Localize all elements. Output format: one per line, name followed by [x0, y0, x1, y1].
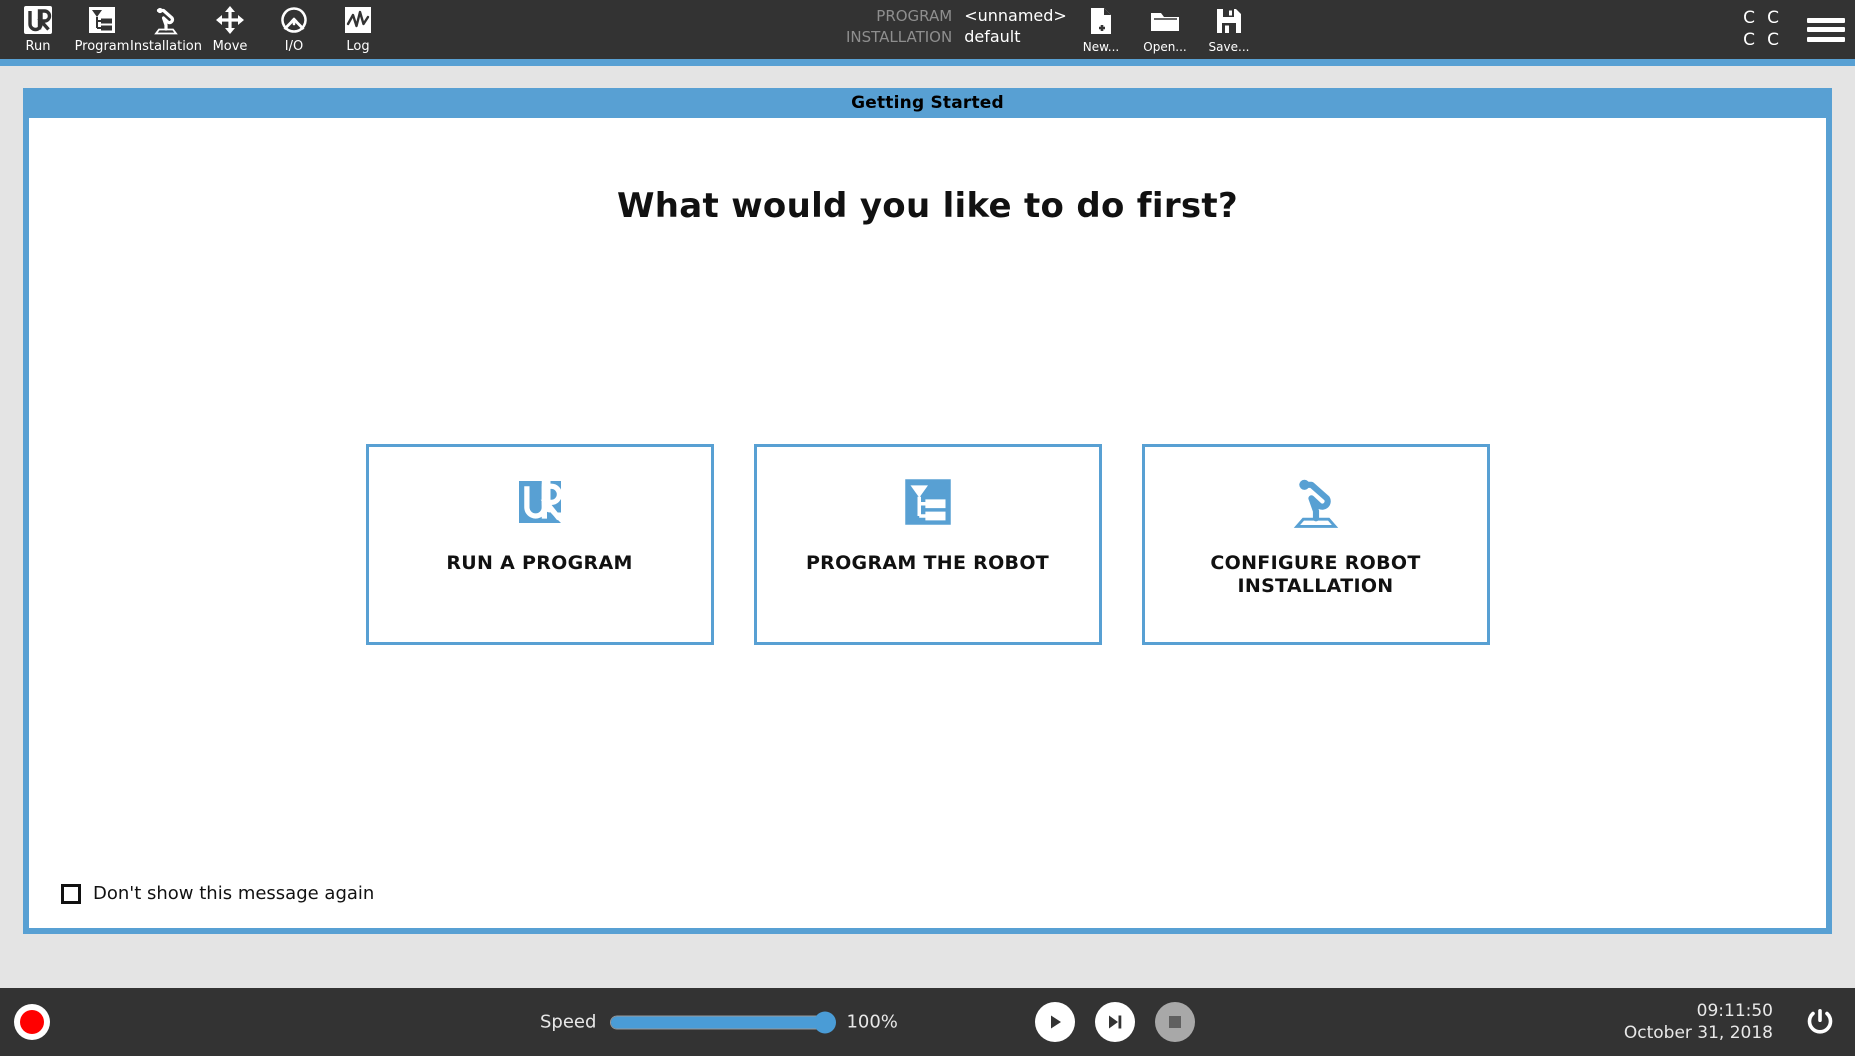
main-toolbar: Run Program Installation Move I/O Log	[0, 0, 390, 59]
power-icon	[1807, 1009, 1833, 1034]
card-label-program-the-robot: PROGRAM THE ROBOT	[805, 552, 1050, 574]
program-tree-icon	[900, 469, 956, 535]
status-glyph-3: C	[1743, 30, 1755, 50]
hamburger-menu-icon[interactable]	[1807, 15, 1845, 45]
toolbar-item-run[interactable]: Run	[6, 0, 70, 59]
save-file-button[interactable]: Save...	[1197, 2, 1261, 59]
robot-state-dot	[20, 1010, 44, 1034]
step-button[interactable]	[1095, 1002, 1135, 1042]
clock: 09:11:50 October 31, 2018	[1624, 1000, 1773, 1044]
speed-slider[interactable]	[610, 1011, 837, 1033]
new-file-icon	[1086, 6, 1116, 36]
clock-date: October 31, 2018	[1623, 1023, 1773, 1043]
toolbar-item-installation[interactable]: Installation	[130, 0, 202, 59]
status-glyph-4: C	[1767, 30, 1779, 50]
transport-controls	[1035, 1002, 1195, 1042]
program-tree-icon	[85, 3, 119, 37]
card-label-run-a-program: RUN A PROGRAM	[446, 552, 633, 574]
play-button[interactable]	[1035, 1002, 1075, 1042]
installation-key: INSTALLATION	[846, 28, 953, 46]
new-file-label: New...	[1082, 40, 1120, 54]
dialog-title: Getting Started	[851, 93, 1004, 113]
program-value: <unnamed>	[964, 6, 1067, 25]
toolbar-label-io: I/O	[284, 39, 304, 54]
toolbar-item-io[interactable]: I/O	[262, 0, 326, 59]
open-file-label: Open...	[1143, 40, 1187, 54]
program-info: PROGRAM <unnamed> INSTALLATION default	[846, 6, 1067, 46]
card-configure-robot-installation[interactable]: CONFIGURE ROBOT INSTALLATION	[1141, 444, 1490, 645]
body-area: Getting Started What would you like to d…	[0, 66, 1855, 988]
stop-icon	[1169, 1016, 1181, 1028]
save-file-label: Save...	[1208, 40, 1250, 54]
getting-started-dialog: Getting Started What would you like to d…	[23, 88, 1832, 934]
io-gauge-icon	[277, 3, 311, 37]
new-file-button[interactable]: New...	[1069, 2, 1133, 59]
dialog-content: What would you like to do first? RUN A P…	[29, 118, 1826, 928]
step-icon	[1109, 1015, 1122, 1029]
status-glyph-2: C	[1767, 8, 1779, 28]
bottom-status-bar: Speed 100% 09:11:50 October 31, 2018	[0, 988, 1855, 1056]
page-title: What would you like to do first?	[616, 186, 1239, 226]
program-key: PROGRAM	[876, 7, 953, 25]
card-run-a-program[interactable]: RUN A PROGRAM	[365, 444, 714, 645]
ur-logo-icon	[21, 3, 55, 37]
status-indicator-grid: C C C C	[1737, 8, 1785, 52]
speed-slider-thumb[interactable]	[814, 1011, 837, 1033]
robot-arm-icon	[1287, 469, 1345, 535]
top-header: Run Program Installation Move I/O Log PR…	[0, 0, 1855, 66]
toolbar-label-move: Move	[212, 39, 248, 54]
header-status-area: C C C C	[1737, 0, 1845, 59]
toolbar-label-program: Program	[74, 39, 130, 54]
log-graph-icon	[341, 3, 375, 37]
card-program-the-robot[interactable]: PROGRAM THE ROBOT	[753, 444, 1102, 645]
toolbar-item-program[interactable]: Program	[70, 0, 134, 59]
option-cards: RUN A PROGRAM PROGRAM THE ROBOT CONFIGUR…	[29, 444, 1826, 645]
toolbar-label-run: Run	[25, 39, 51, 54]
move-arrows-icon	[213, 3, 247, 37]
power-button[interactable]	[1799, 1001, 1841, 1043]
installation-value: default	[964, 27, 1021, 46]
toolbar-item-move[interactable]: Move	[198, 0, 262, 59]
status-glyph-1: C	[1743, 8, 1755, 28]
toolbar-label-log: Log	[346, 39, 370, 54]
save-floppy-icon	[1214, 6, 1244, 36]
file-operations: New... Open... Save...	[1069, 2, 1261, 59]
toolbar-item-log[interactable]: Log	[326, 0, 390, 59]
speed-label: Speed	[540, 1011, 597, 1033]
play-icon	[1051, 1015, 1061, 1029]
toolbar-label-installation: Installation	[130, 39, 203, 54]
polyscope-app: Run Program Installation Move I/O Log PR…	[0, 0, 1855, 1056]
stop-button	[1155, 1002, 1195, 1042]
card-label-configure-robot-installation: CONFIGURE ROBOT INSTALLATION	[1210, 552, 1421, 597]
open-file-button[interactable]: Open...	[1133, 2, 1197, 59]
header-accent-bar	[0, 59, 1855, 66]
speed-control: Speed 100%	[540, 1011, 900, 1033]
ur-logo-icon	[512, 469, 568, 535]
clock-time: 09:11:50	[1696, 1001, 1773, 1021]
speed-slider-fill	[611, 1016, 831, 1028]
dont-show-again-label: Don't show this message again	[93, 883, 375, 904]
open-folder-icon	[1150, 6, 1180, 36]
dont-show-again-row[interactable]: Don't show this message again	[61, 883, 374, 904]
speed-value: 100%	[846, 1011, 898, 1033]
robot-state-indicator[interactable]	[14, 1004, 50, 1040]
dont-show-again-checkbox[interactable]	[61, 883, 81, 904]
robot-arm-icon	[149, 3, 183, 37]
